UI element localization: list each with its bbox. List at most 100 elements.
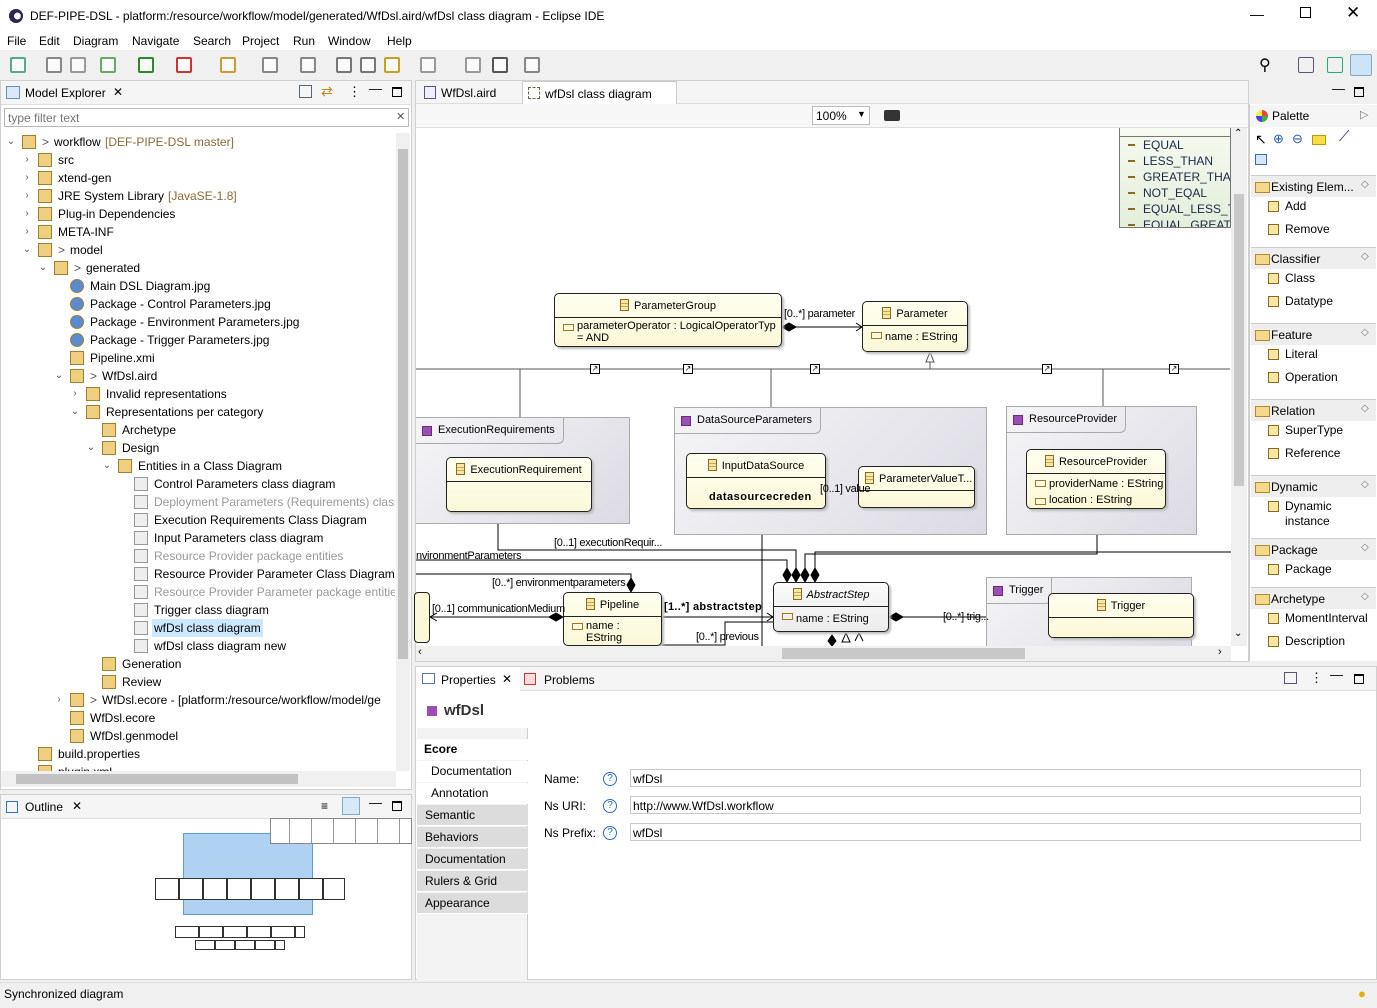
outline-viewport[interactable] [183, 833, 313, 915]
outline-tree-mode-icon[interactable]: ≡ [321, 799, 328, 813]
field-input-nsuri[interactable]: http://www.WfDsl.workflow [630, 796, 1361, 814]
tree-horizontal-scrollbar[interactable] [1, 771, 396, 787]
chevron-down-icon[interactable]: ⌄ [86, 439, 96, 457]
minimize-button[interactable]: — [1250, 6, 1264, 22]
class-abstract-step[interactable]: AbstractStep name : EString [773, 582, 889, 632]
enum-literal[interactable]: EQUAL_LESS_TH [1120, 201, 1230, 217]
palette-drawer-feature[interactable]: Feature ◇ [1251, 323, 1376, 345]
section-tab-semantic[interactable]: Semantic [417, 805, 528, 826]
maximize-view-icon[interactable] [392, 87, 402, 97]
toolbar-button[interactable] [100, 57, 116, 73]
enum-logical-operator[interactable]: EQUAL LESS_THAN GREATER_THAN NOT_EQAL EQUAL_… [1119, 128, 1231, 228]
class-parameter-group[interactable]: ParameterGroup parameterOperator : Logic… [554, 293, 782, 347]
view-menu-icon[interactable]: ⋮ [348, 84, 361, 100]
note-tool-icon[interactable] [1312, 135, 1326, 145]
chevron-right-icon[interactable]: › [54, 691, 64, 709]
class-input-data-source[interactable]: InputDataSource datasourcecreden [686, 453, 826, 509]
label-execution-requirement[interactable]: [0..1] executionRequir... [554, 537, 662, 549]
palette-drawer-existing-elem-[interactable]: Existing Elem... ◇ [1251, 175, 1376, 197]
palette-tool-description[interactable]: Description [1268, 634, 1375, 649]
tree-item[interactable]: Resource Provider package entities [1, 547, 395, 565]
filter-input-box[interactable]: ✕ [4, 108, 409, 127]
palette-tool-momentinterval[interactable]: MomentInterval [1268, 611, 1375, 626]
toolbar-button[interactable] [176, 57, 192, 73]
tree-item[interactable]: Input Parameters class diagram [1, 529, 395, 547]
toolbar-button[interactable] [46, 57, 62, 73]
scroll-up-icon[interactable]: ⌃ [1234, 128, 1242, 139]
tree-item[interactable]: Deployment Parameters (Requirements) cla… [1, 493, 395, 511]
pin-drawer-icon[interactable]: ◇ [1361, 403, 1369, 414]
tree-item[interactable]: ⌄ > workflow [DEF-PIPE-DSL master] [1, 133, 395, 151]
label-previous[interactable]: [0..*] previous [696, 631, 759, 643]
class-trigger[interactable]: Trigger [1048, 593, 1194, 638]
chevron-right-icon[interactable]: › [22, 169, 32, 187]
label-environment-parameters[interactable]: nvironmentParameters [416, 550, 522, 562]
zoom-combo[interactable]: 100% ▼ [812, 106, 870, 125]
palette-tool-literal[interactable]: Literal [1268, 347, 1375, 362]
menu-navigate[interactable]: Navigate [132, 34, 179, 48]
menu-search[interactable]: Search [193, 34, 231, 48]
tree-item[interactable]: Trigger class diagram [1, 601, 395, 619]
maximize-editor-icon[interactable] [1354, 87, 1364, 97]
scrollbar-thumb[interactable] [16, 774, 298, 784]
attribute[interactable]: datasourcecreden [709, 491, 812, 503]
outline-overview-mode-icon[interactable] [342, 797, 360, 815]
tab-problems[interactable]: Problems [522, 667, 612, 691]
tree-item[interactable]: ⌄ > generated [1, 259, 395, 277]
tree-item[interactable]: › META-INF [1, 223, 395, 241]
filter-input[interactable] [5, 109, 385, 126]
palette-tool-supertype[interactable]: SuperType [1268, 423, 1375, 438]
label-value[interactable]: [0..1] value [820, 483, 871, 495]
tree-item[interactable]: Package - Control Parameters.jpg [1, 295, 395, 313]
open-perspective-icon[interactable] [1298, 57, 1314, 73]
edit-tool-icon[interactable] [1255, 154, 1267, 165]
pin-drawer-icon[interactable]: ◇ [1361, 479, 1369, 490]
tree-item[interactable]: › src [1, 151, 395, 169]
toolbar-button[interactable] [360, 57, 376, 73]
attribute[interactable]: location : EString [1049, 494, 1132, 506]
tree-item[interactable]: ⌄ Representations per category [1, 403, 395, 421]
outline-title[interactable]: Outline [25, 800, 63, 814]
chevron-down-icon[interactable]: ⌄ [22, 241, 32, 259]
tree-item[interactable]: WfDsl.ecore [1, 709, 395, 727]
chevron-right-icon[interactable]: › [22, 151, 32, 169]
toolbar-button[interactable] [492, 57, 508, 73]
tree-item[interactable]: Package - Trigger Parameters.jpg [1, 331, 395, 349]
label-parameter[interactable]: [0..*] parameter [784, 308, 855, 320]
menu-help[interactable]: Help [387, 34, 412, 48]
menu-diagram[interactable]: Diagram [73, 34, 118, 48]
palette-drawer-classifier[interactable]: Classifier ◇ [1251, 247, 1376, 269]
enum-literal[interactable]: LESS_THAN [1120, 153, 1230, 169]
minimize-view-icon[interactable]: — [369, 795, 382, 810]
palette-drawer-relation[interactable]: Relation ◇ [1251, 399, 1376, 421]
menu-file[interactable]: File [7, 34, 26, 48]
enum-literal[interactable]: NOT_EQAL [1120, 185, 1230, 201]
palette-tool-datatype[interactable]: Datatype [1268, 294, 1375, 309]
scroll-right-icon[interactable]: › [1218, 646, 1222, 658]
toolbar-button[interactable] [465, 57, 481, 73]
toolbar-button[interactable] [384, 57, 400, 73]
link-with-editor-icon[interactable]: ⇄ [321, 83, 333, 100]
close-button[interactable]: ✕ [1346, 3, 1360, 23]
enum-literal[interactable]: EQUAL [1120, 137, 1230, 153]
tab-wfdsl-class-diagram[interactable]: wfDsl class diagram [522, 81, 677, 104]
label-abstractstep[interactable]: [1..*] abstractstep [664, 601, 762, 613]
palette-tool-operation[interactable]: Operation [1268, 370, 1375, 385]
palette-tool-package[interactable]: Package [1268, 562, 1375, 577]
pin-drawer-icon[interactable]: ◇ [1361, 542, 1369, 553]
class-resource-provider[interactable]: ResourceProvider providerName : EString … [1026, 449, 1166, 509]
chevron-down-icon[interactable]: ⌄ [102, 457, 112, 475]
label-environmentparameters[interactable]: [0..*] environmentparameters [492, 577, 626, 589]
chevron-down-icon[interactable]: ⌄ [70, 403, 80, 421]
attribute[interactable]: name : EString [796, 613, 869, 625]
tree-item[interactable]: wfDsl class diagram new [1, 637, 395, 655]
tree-item[interactable]: wfDsl class diagram [1, 619, 395, 637]
pin-drawer-icon[interactable]: ◇ [1361, 179, 1369, 190]
tree-item[interactable]: Main DSL Diagram.jpg [1, 277, 395, 295]
palette-tool-class[interactable]: Class [1268, 271, 1375, 286]
toolbar-button[interactable] [70, 57, 86, 73]
attribute[interactable]: name : EString [885, 331, 958, 343]
toolbar-button[interactable] [524, 57, 540, 73]
class-parameter[interactable]: Parameter name : EString [862, 301, 968, 352]
tree-item[interactable]: Resource Provider Parameter package enti… [1, 583, 395, 601]
